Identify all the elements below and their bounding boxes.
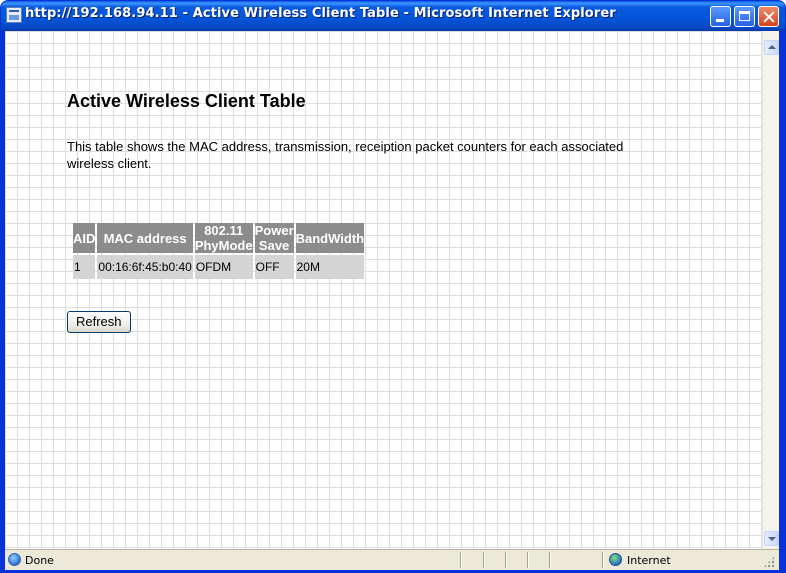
cell-bandwidth: 20M — [295, 255, 365, 279]
ie-page-icon[interactable] — [6, 7, 22, 23]
status-separator — [483, 552, 484, 568]
vertical-scrollbar[interactable] — [762, 31, 779, 549]
status-separator — [460, 552, 461, 568]
status-separator — [602, 552, 603, 568]
status-bar: Done Internet — [5, 549, 779, 570]
browser-window: http://192.168.94.11 - Active Wireless C… — [0, 0, 786, 573]
page-content: Active Wireless Client Table This table … — [5, 31, 762, 549]
scroll-down-arrow-icon[interactable] — [764, 531, 779, 546]
column-header-mac-address: MAC address — [97, 223, 193, 253]
page-description: This table shows the MAC address, transm… — [67, 139, 624, 171]
close-button[interactable] — [758, 6, 779, 27]
maximize-button[interactable] — [734, 6, 755, 27]
status-separator — [505, 552, 506, 568]
ie-page-done-icon — [8, 553, 21, 566]
cell-power-save: OFF — [254, 255, 294, 279]
table-header-row: AID MAC address 802.11 PhyMode Power Sav… — [73, 223, 365, 253]
window-frame-right — [779, 31, 785, 572]
column-header-bandwidth: BandWidth — [295, 223, 365, 253]
security-zone-label: Internet — [627, 554, 671, 567]
cell-phymode: OFDM — [194, 255, 253, 279]
status-text: Done — [25, 554, 54, 567]
wireless-client-table: AID MAC address 802.11 PhyMode Power Sav… — [71, 221, 366, 281]
minimize-button[interactable] — [710, 6, 731, 27]
window-title: http://192.168.94.11 - Active Wireless C… — [25, 6, 616, 21]
status-separator — [549, 552, 550, 568]
refresh-button[interactable]: Refresh — [67, 311, 131, 333]
cell-mac-address: 00:16:6f:45:b0:40 — [97, 255, 193, 279]
internet-globe-icon — [609, 553, 622, 566]
resize-grip-icon[interactable] — [763, 556, 775, 568]
table-row: 1 00:16:6f:45:b0:40 OFDM OFF 20M — [73, 255, 365, 279]
page-title: Active Wireless Client Table — [67, 91, 306, 111]
column-header-aid: AID — [73, 223, 96, 253]
column-header-phymode: 802.11 PhyMode — [194, 223, 253, 253]
scroll-up-arrow-icon[interactable] — [764, 40, 779, 55]
title-bar[interactable]: http://192.168.94.11 - Active Wireless C… — [1, 1, 785, 31]
status-separator — [527, 552, 528, 568]
column-header-power-save: Power Save — [254, 223, 294, 253]
cell-aid: 1 — [73, 255, 96, 279]
